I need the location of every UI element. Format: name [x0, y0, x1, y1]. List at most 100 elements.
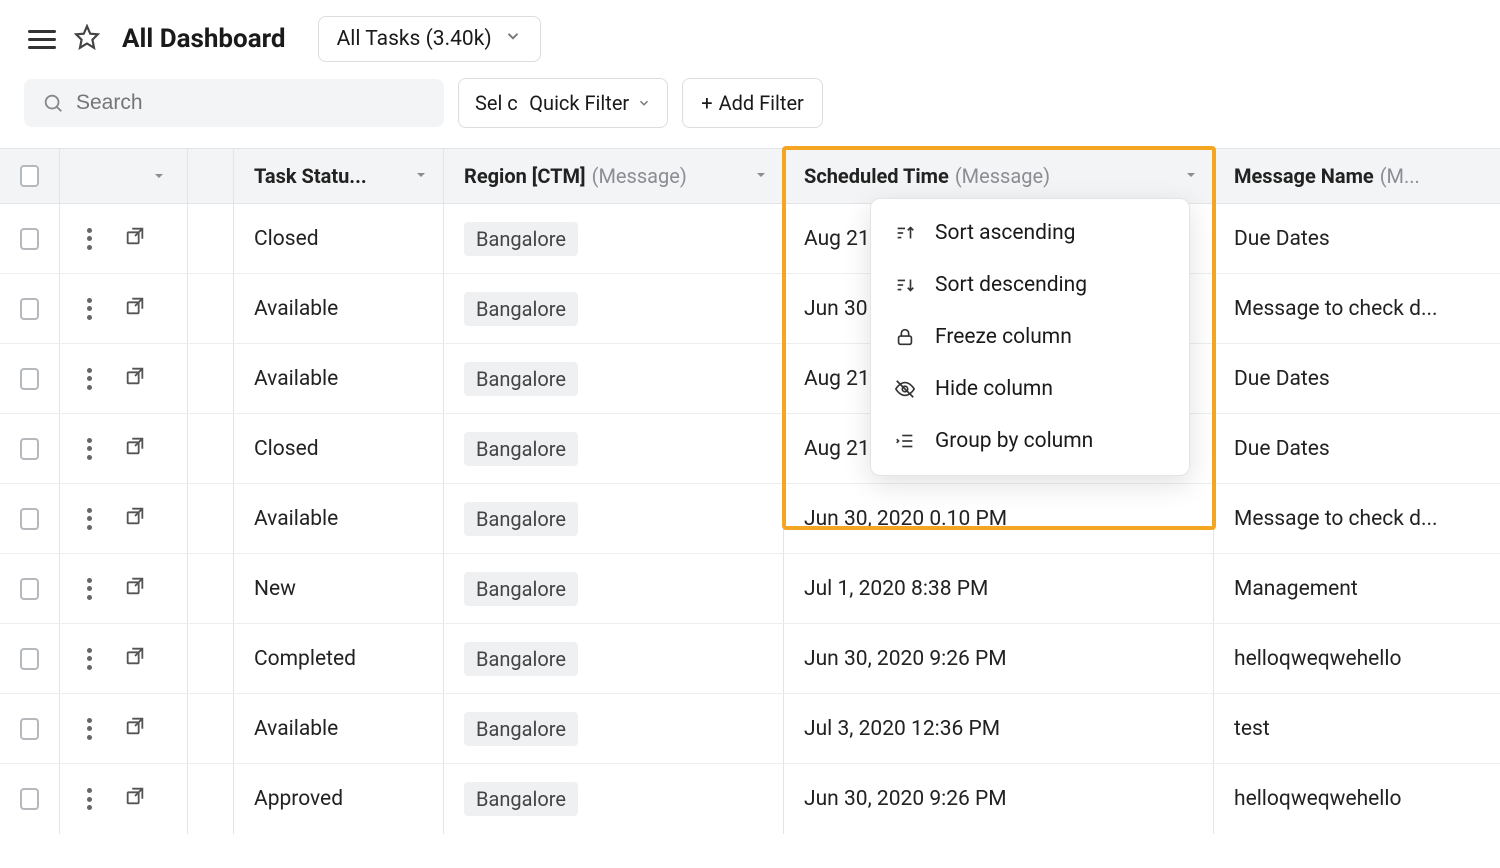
region-pill: Bangalore [464, 292, 578, 326]
chevron-down-icon [637, 96, 651, 110]
column-header-region[interactable]: Region [CTM] (Message) [444, 149, 784, 203]
row-menu-icon[interactable] [80, 508, 98, 530]
cell-region: Bangalore [444, 484, 784, 553]
open-row-icon[interactable] [124, 295, 146, 323]
row-select-cell [0, 274, 60, 343]
open-row-icon[interactable] [124, 435, 146, 463]
row-menu-icon[interactable] [80, 788, 98, 810]
row-menu-icon[interactable] [80, 578, 98, 600]
cell-region: Bangalore [444, 344, 784, 413]
lock-icon [893, 325, 917, 349]
cell-scheduled-time: Jun 30, 2020 9:26 PM [784, 764, 1214, 834]
row-select-cell [0, 204, 60, 273]
spacer-cell [188, 274, 234, 343]
row-checkbox[interactable] [20, 718, 39, 740]
cell-region: Bangalore [444, 694, 784, 763]
column-header-secondary: (Message) [955, 164, 1050, 188]
row-checkbox[interactable] [20, 368, 39, 390]
cell-task-status: Approved [234, 764, 444, 834]
column-options-menu: Sort ascending Sort descending Freeze co… [870, 198, 1190, 476]
table-row: Available Bangalore Jun 30, 2020 0.10 PM… [0, 484, 1500, 554]
open-row-icon[interactable] [124, 365, 146, 393]
open-row-icon[interactable] [124, 575, 146, 603]
row-checkbox[interactable] [20, 578, 39, 600]
select-all-checkbox[interactable] [20, 165, 39, 187]
menu-item-freeze-column[interactable]: Freeze column [871, 311, 1189, 363]
menu-item-group-by-column[interactable]: Group by column [871, 415, 1189, 467]
region-pill: Bangalore [464, 222, 578, 256]
quick-filter-dropdown[interactable]: Sel ct Quick Filter [458, 78, 668, 128]
page-title: All Dashboard [122, 24, 286, 54]
cell-region: Bangalore [444, 414, 784, 483]
search-input-wrap[interactable] [24, 79, 444, 127]
row-menu-icon[interactable] [80, 438, 98, 460]
cell-message-name: Due Dates [1214, 414, 1500, 483]
group-icon [893, 429, 917, 453]
eye-off-icon [893, 377, 917, 401]
cell-task-status: Available [234, 484, 444, 553]
row-menu-icon[interactable] [80, 368, 98, 390]
row-checkbox[interactable] [20, 228, 39, 250]
row-actions-cell [60, 414, 188, 483]
column-header-scheduled-time[interactable]: Scheduled Time (Message) [784, 149, 1214, 203]
table-row: Closed Bangalore Aug 21 Due Dates [0, 414, 1500, 484]
row-menu-icon[interactable] [80, 648, 98, 670]
column-header-label: Scheduled Time [804, 164, 949, 188]
column-header-secondary: (M... [1380, 164, 1420, 188]
open-row-icon[interactable] [124, 785, 146, 813]
row-checkbox[interactable] [20, 788, 39, 810]
column-header-message-name[interactable]: Message Name (M... [1214, 149, 1500, 203]
row-menu-icon[interactable] [80, 298, 98, 320]
row-checkbox[interactable] [20, 438, 39, 460]
caret-down-icon[interactable] [145, 168, 173, 184]
sort-ascending-icon [893, 221, 917, 245]
cell-scheduled-time: Jun 30, 2020 0.10 PM [784, 484, 1214, 553]
add-filter-button[interactable]: + Add Filter [682, 78, 823, 128]
cell-scheduled-time: Jun 30, 2020 9:26 PM [784, 624, 1214, 693]
cell-task-status: Available [234, 694, 444, 763]
region-pill: Bangalore [464, 502, 578, 536]
cell-task-status: Closed [234, 414, 444, 483]
table-row: Available Bangalore Jun 30 Message to ch… [0, 274, 1500, 344]
row-menu-icon[interactable] [80, 718, 98, 740]
cell-task-status: Closed [234, 204, 444, 273]
spacer-cell [188, 554, 234, 623]
menu-item-hide-column[interactable]: Hide column [871, 363, 1189, 415]
caret-down-icon[interactable] [1183, 164, 1199, 188]
spacer-column-header [188, 149, 234, 203]
cell-message-name: Message to check d... [1214, 274, 1500, 343]
region-pill: Bangalore [464, 572, 578, 606]
row-checkbox[interactable] [20, 508, 39, 530]
caret-down-icon[interactable] [413, 164, 429, 188]
caret-down-icon[interactable] [753, 164, 769, 188]
chevron-down-icon [504, 27, 522, 51]
cell-message-name: Due Dates [1214, 204, 1500, 273]
column-header-task-status[interactable]: Task Statu... [234, 149, 444, 203]
open-row-icon[interactable] [124, 645, 146, 673]
add-filter-label: Add Filter [719, 91, 804, 115]
task-filter-dropdown[interactable]: All Tasks (3.40k) [318, 16, 541, 62]
star-icon[interactable] [74, 24, 100, 55]
hamburger-menu-icon[interactable] [28, 30, 56, 49]
cell-message-name: test [1214, 694, 1500, 763]
sort-descending-icon [893, 273, 917, 297]
open-row-icon[interactable] [124, 225, 146, 253]
cell-scheduled-time: Jul 3, 2020 12:36 PM [784, 694, 1214, 763]
row-menu-icon[interactable] [80, 228, 98, 250]
menu-item-label: Sort descending [935, 273, 1087, 297]
cell-region: Bangalore [444, 764, 784, 834]
search-input[interactable] [76, 91, 426, 115]
spacer-cell [188, 764, 234, 834]
cell-task-status: New [234, 554, 444, 623]
table-body: Closed Bangalore Aug 21 Due Dates Availa… [0, 204, 1500, 834]
row-actions-cell [60, 554, 188, 623]
plus-icon: + [701, 93, 712, 113]
spacer-cell [188, 344, 234, 413]
column-header-label: Message Name [1234, 164, 1374, 188]
row-checkbox[interactable] [20, 648, 39, 670]
open-row-icon[interactable] [124, 505, 146, 533]
open-row-icon[interactable] [124, 715, 146, 743]
menu-item-sort-descending[interactable]: Sort descending [871, 259, 1189, 311]
row-checkbox[interactable] [20, 298, 39, 320]
menu-item-sort-ascending[interactable]: Sort ascending [871, 207, 1189, 259]
